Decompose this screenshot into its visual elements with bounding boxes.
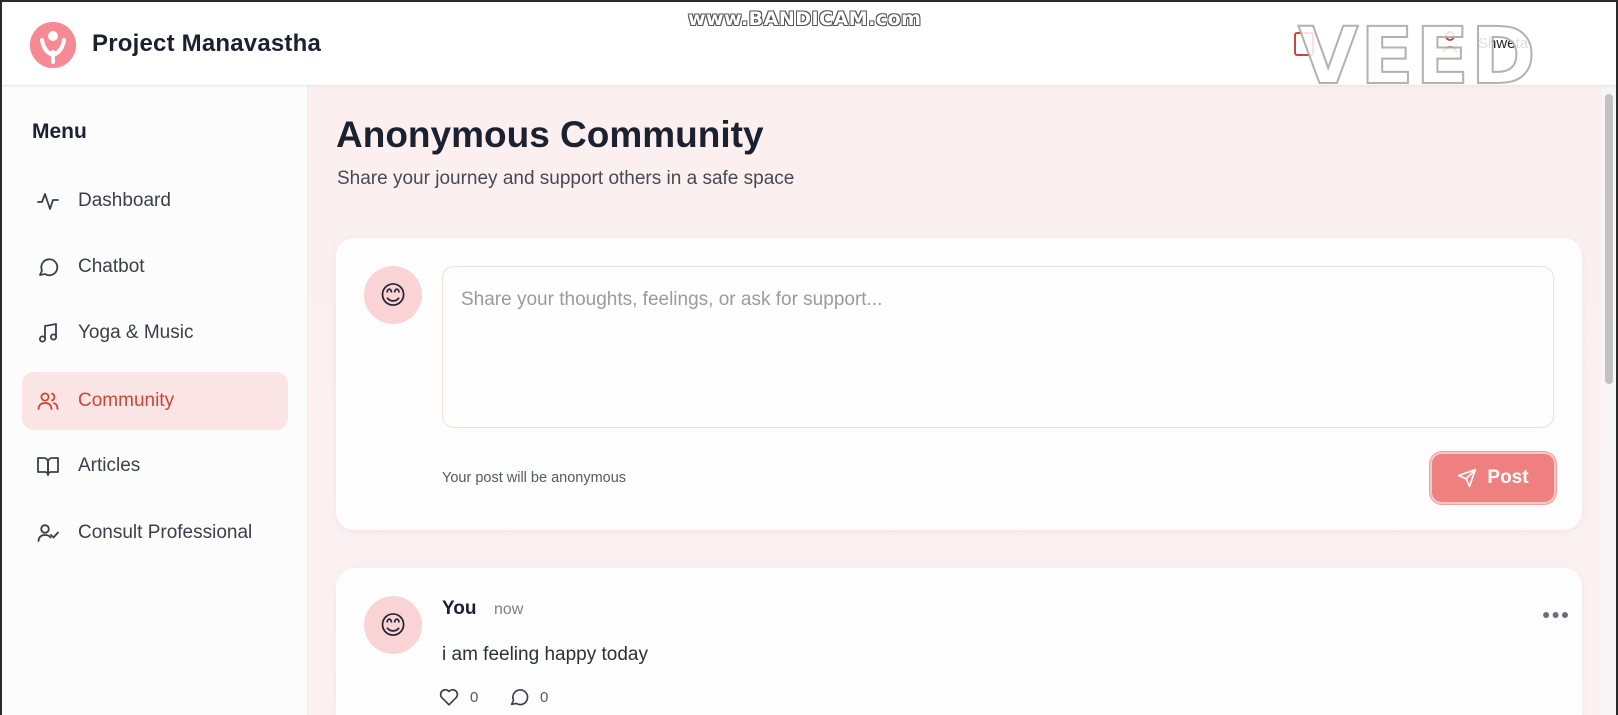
brand-name[interactable]: Project Manavastha [92,30,321,58]
sidebar-item-chatbot[interactable]: Chatbot [22,238,288,296]
app-window: Project Manavastha www.BANDICAM.com Shwe… [0,0,1618,715]
book-open-icon [37,457,59,476]
post-composer: 😊 Your post will be anonymous Post [336,238,1582,530]
user-check-icon [37,524,59,542]
like-count: 0 [470,688,479,706]
sidebar-item-label: Yoga & Music [78,322,194,343]
sidebar-item-label: Consult Professional [78,522,253,543]
top-header: Project Manavastha www.BANDICAM.com Shwe… [2,2,1616,97]
post-card: 😊 You now ●●● i am feeling happy today 0… [336,568,1582,715]
scrollbar[interactable] [1602,86,1616,715]
post-author: You [442,598,477,619]
scrollbar-thumb[interactable] [1605,94,1613,384]
post-time: now [494,601,524,618]
page-title: Anonymous Community [336,114,764,155]
sidebar-item-articles[interactable]: Articles [22,437,288,495]
sidebar-item-label: Articles [78,455,141,476]
sidebar-item-label: Chatbot [78,256,145,277]
chat-bubble-icon [39,258,59,277]
heart-icon [439,688,459,706]
sidebar-item-yoga-music[interactable]: Yoga & Music [22,304,288,362]
comment-count: 0 [540,688,549,706]
music-note-icon [39,323,57,343]
veed-watermark: VEED [1297,12,1538,102]
sidebar-item-label: Community [78,390,175,411]
comment-button[interactable]: 0 [508,686,548,708]
sidebar-item-consult-professional[interactable]: Consult Professional [22,504,288,562]
comment-icon [510,689,529,706]
sidebar-item-label: Dashboard [78,190,171,211]
post-body: i am feeling happy today [442,644,648,665]
sidebar-item-community[interactable]: Community [22,372,288,430]
anonymous-note: Your post will be anonymous [442,470,627,486]
more-options-icon[interactable]: ●●● [1542,606,1570,622]
users-icon [37,392,59,410]
sidebar: Menu Dashboard Chatbot Yoga & Music Comm… [2,86,308,715]
post-button[interactable]: Post [1430,452,1556,504]
page-subtitle: Share your journey and support others in… [337,168,795,189]
activity-icon [37,193,59,210]
menu-title: Menu [32,120,87,143]
sidebar-item-dashboard[interactable]: Dashboard [22,172,288,230]
logo-icon[interactable] [30,22,76,68]
like-button[interactable]: 0 [438,686,478,708]
bandicam-watermark: www.BANDICAM.com [688,8,922,30]
send-icon [1458,468,1477,488]
post-button-label: Post [1487,467,1529,488]
avatar: 😊 [364,266,422,324]
post-textarea[interactable] [442,266,1554,428]
main-content: Anonymous Community Share your journey a… [308,86,1616,715]
avatar: 😊 [364,596,422,654]
